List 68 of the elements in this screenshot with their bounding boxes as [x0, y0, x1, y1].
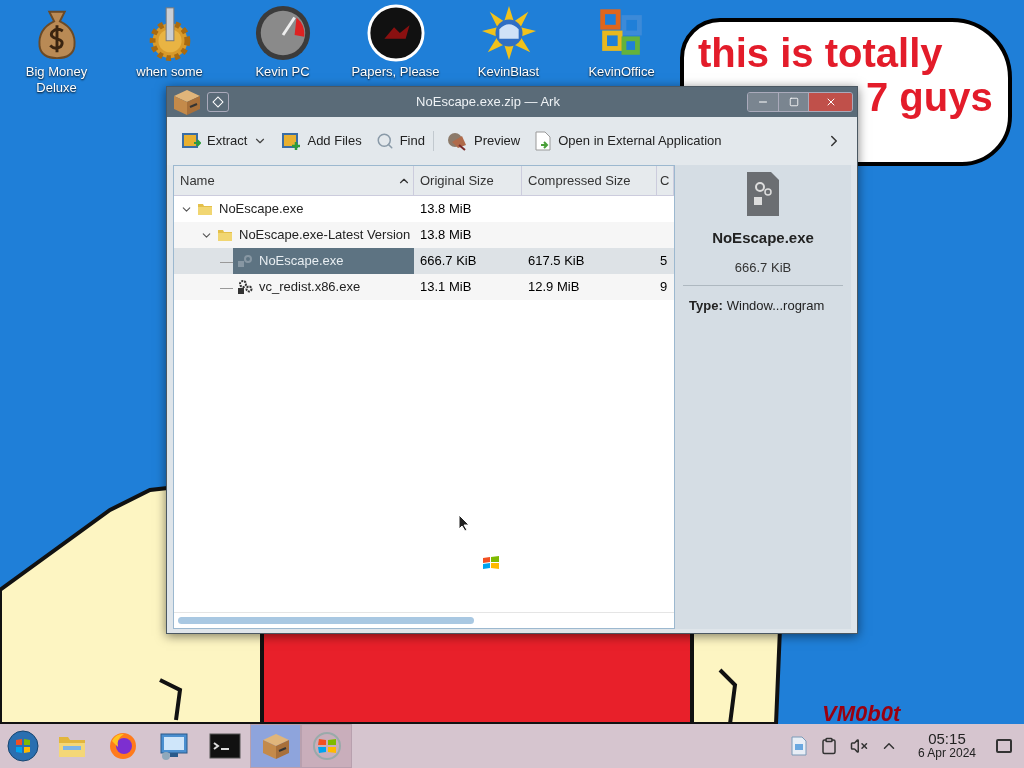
file-size: 666.7 KiB	[734, 258, 792, 277]
muted-speaker-icon[interactable]	[849, 737, 868, 755]
signature-text: VM0b0t	[822, 702, 901, 726]
pin-icon[interactable]	[207, 92, 229, 112]
show-desktop-icon[interactable]	[996, 739, 1012, 753]
toolbar-button[interactable]: Add Files	[281, 131, 362, 151]
file-icon	[745, 171, 781, 217]
bubble-text: 7 guys	[866, 75, 993, 120]
file-name: NoEscape.exe-Latest Version	[239, 226, 411, 245]
windows-logo-icon	[482, 556, 500, 570]
gauge-icon	[253, 4, 312, 62]
file-name: NoEscape.exe	[219, 200, 304, 219]
file-title: NoEscape.exe	[712, 228, 814, 248]
dark-circle-icon	[366, 4, 425, 62]
desktop-icon-label[interactable]: Papers, Please	[351, 64, 440, 80]
maximize-button[interactable]	[778, 93, 808, 111]
type-value: Window...rogram	[726, 297, 825, 315]
table-cell: 12.9 MiB	[528, 279, 580, 295]
windows-logo-icon	[310, 731, 343, 761]
document-open-icon	[534, 131, 553, 151]
gears-icon	[237, 279, 253, 295]
archive-extract-icon	[181, 131, 201, 151]
desktop-icon-label[interactable]: KevinOffice	[588, 64, 655, 80]
table-cell: 5	[660, 253, 668, 269]
type-label: Type:	[689, 297, 723, 315]
window-title: NoEscape.exe.zip — Ark	[416, 93, 560, 112]
table-cell: 666.7 KiB	[420, 253, 477, 269]
file-name: NoEscape.exe	[259, 252, 344, 271]
column-header[interactable]: C	[657, 166, 674, 195]
file-name: vc_redist.x86.exe	[259, 278, 361, 297]
desktop-icon-label[interactable]: Big Money Deluxe	[6, 64, 107, 96]
desktop-icon-label[interactable]: KevinBlast	[477, 64, 540, 80]
browser-icon	[107, 731, 138, 761]
column-header[interactable]: Compressed Size	[522, 166, 657, 195]
preview-icon	[445, 131, 468, 151]
file-name-cell[interactable]: NoEscape.exe	[233, 248, 414, 274]
terminal-icon	[208, 733, 241, 759]
cursor-icon	[458, 514, 470, 532]
table-cell: 13.8 MiB	[420, 201, 472, 217]
desktop-icon-label[interactable]: Kevin PC	[255, 64, 310, 80]
clock-time: 05:15	[928, 731, 966, 746]
search-icon	[375, 132, 394, 150]
table-cell: 9	[660, 279, 668, 295]
file-name-cell[interactable]: NoEscape.exe-Latest Version	[213, 222, 415, 248]
file-name-cell[interactable]: NoEscape.exe	[193, 196, 414, 222]
maximize-icon	[788, 97, 799, 107]
executable-icon	[237, 253, 253, 269]
table-cell: 13.1 MiB	[420, 279, 472, 295]
scrollbar-thumb[interactable]	[178, 617, 474, 624]
toolbar-button[interactable]: Find	[375, 131, 425, 151]
start-orb-icon[interactable]	[7, 730, 39, 762]
desktop-icon-label[interactable]: when some	[136, 64, 203, 80]
toolbar-button[interactable]: Preview	[445, 131, 521, 151]
table-cell: 13.8 MiB	[420, 227, 472, 243]
table-cell: 617.5 KiB	[528, 253, 585, 269]
column-header[interactable]: Name	[174, 166, 414, 195]
toolbar-button[interactable]: Extract	[181, 131, 248, 151]
column-header[interactable]: Original Size	[414, 166, 522, 195]
folder-icon	[217, 227, 233, 243]
package-icon	[171, 87, 203, 117]
clock-date: 6 Apr 2024	[917, 746, 976, 761]
monitor-icon	[157, 731, 190, 761]
clipboard-icon[interactable]	[819, 737, 838, 755]
toolbar-button[interactable]: Open in External Application	[534, 131, 722, 151]
folder-icon	[197, 201, 213, 217]
file-name-cell[interactable]: vc_redist.x86.exe	[233, 274, 414, 300]
archive-add-icon	[281, 131, 302, 151]
bubble-text: this is totally	[698, 30, 943, 76]
